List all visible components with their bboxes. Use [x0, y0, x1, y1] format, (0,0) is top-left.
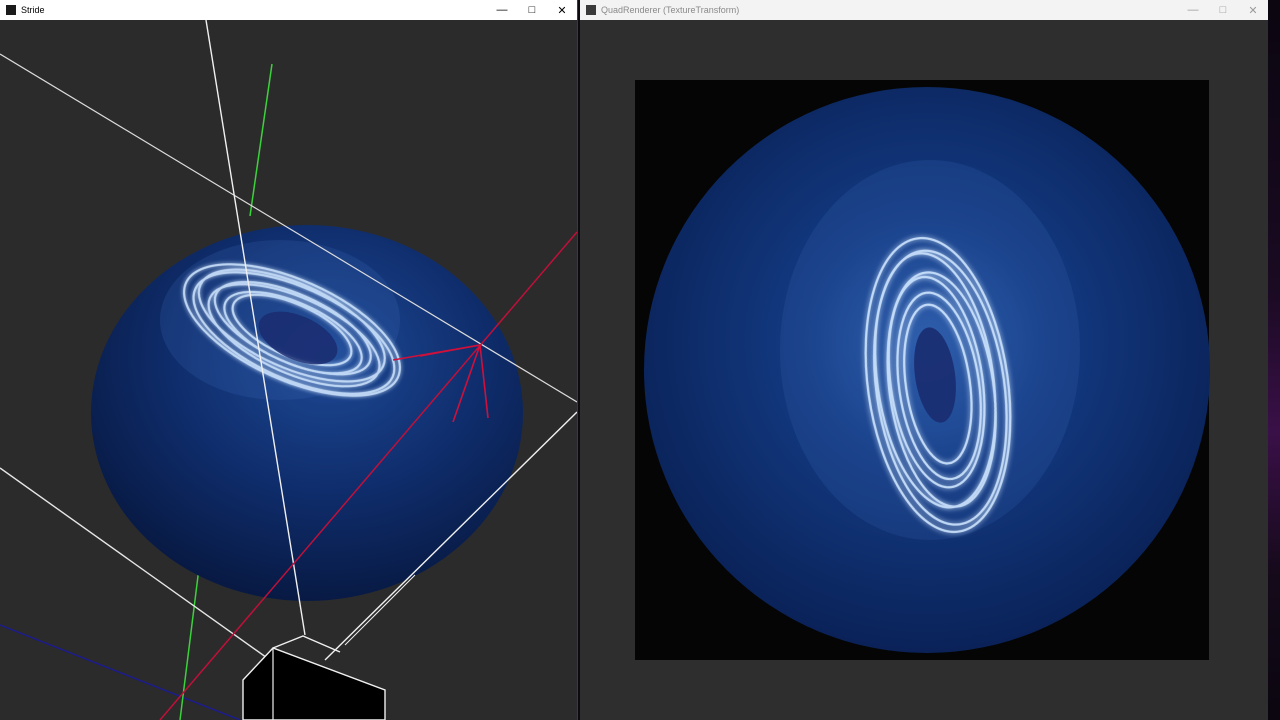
quadrenderer-titlebar[interactable]: QuadRenderer (TextureTransform) — □ ✕: [580, 0, 1268, 20]
stride-window: Stride — □ ✕: [0, 0, 578, 720]
minimize-icon: —: [496, 4, 508, 16]
window-title: QuadRenderer (TextureTransform): [601, 5, 740, 15]
app-icon: [6, 5, 16, 15]
app-icon: [586, 5, 596, 15]
render-canvas[interactable]: [580, 20, 1268, 720]
minimize-button[interactable]: —: [1178, 0, 1208, 20]
scene-viewport[interactable]: [0, 20, 577, 720]
y-axis-upper: [249, 63, 273, 217]
close-icon: ✕: [1248, 4, 1258, 17]
close-icon: ✕: [557, 4, 567, 17]
maximize-button[interactable]: □: [517, 0, 547, 20]
minimize-icon: —: [1187, 4, 1199, 16]
camera-gizmo: [242, 635, 386, 720]
desktop-background: [1268, 0, 1280, 720]
quadrenderer-window: QuadRenderer (TextureTransform) — □ ✕: [580, 0, 1268, 720]
maximize-icon: □: [1219, 4, 1227, 16]
close-button[interactable]: ✕: [1238, 0, 1268, 20]
window-title: Stride: [21, 5, 45, 15]
stride-titlebar[interactable]: Stride — □ ✕: [0, 0, 577, 20]
close-button[interactable]: ✕: [547, 0, 577, 20]
maximize-button[interactable]: □: [1208, 0, 1238, 20]
scene-canvas[interactable]: [0, 20, 577, 720]
maximize-icon: □: [528, 4, 536, 16]
minimize-button[interactable]: —: [487, 0, 517, 20]
render-viewport[interactable]: [580, 20, 1268, 720]
y-axis-lower: [179, 559, 201, 720]
z-axis-line: [0, 624, 241, 720]
